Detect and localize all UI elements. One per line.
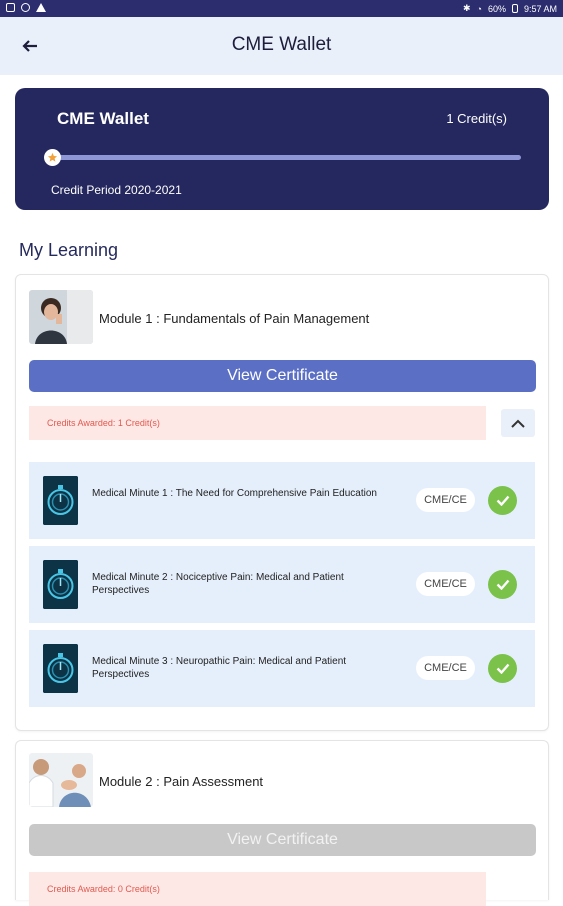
lesson-title: Medical Minute 1 : The Need for Comprehe… <box>92 488 377 499</box>
page-title: CME Wallet <box>231 34 332 55</box>
credits-awarded: Credits Awarded: 1 Credit(s) <box>29 406 486 440</box>
app-bar: CME Wallet <box>0 17 563 75</box>
view-certificate-button[interactable]: View Certificate <box>29 360 536 392</box>
stopwatch-icon <box>43 644 78 693</box>
module-card: Module 2 : Pain Assessment View Certific… <box>15 740 549 906</box>
stopwatch-icon <box>43 476 78 525</box>
lesson-title: Medical Minute 2 : Nociceptive Pain: Med… <box>92 572 344 596</box>
section-title: My Learning <box>19 240 119 260</box>
cme-badge: CME/CE <box>416 488 475 512</box>
credit-progress-track <box>51 155 521 160</box>
credit-progress-thumb <box>44 149 61 166</box>
clock: 9:57 AM <box>523 3 557 14</box>
module-card: Module 1 : Fundamentals of Pain Manageme… <box>15 274 549 731</box>
cme-badge: CME/CE <box>416 656 475 680</box>
cme-badge: CME/CE <box>416 572 475 596</box>
view-certificate-button[interactable]: View Certificate <box>29 824 536 856</box>
module-thumbnail <box>29 753 93 807</box>
wallet-card: CME Wallet 1 Credit(s) Credit Period 202… <box>15 88 549 210</box>
wallet-credits: 1 Credit(s) <box>446 111 507 126</box>
credit-period: Credit Period 2020-2021 <box>51 183 182 197</box>
bluetooth-icon: ✱ <box>462 3 471 13</box>
completed-check-icon <box>488 570 517 599</box>
wifi-icon: ◔ <box>476 3 482 14</box>
chevron-up-icon <box>511 419 525 428</box>
sync-notification-icon <box>21 3 30 12</box>
stopwatch-icon <box>43 560 78 609</box>
lesson-item[interactable]: Medical Minute 2 : Nociceptive Pain: Med… <box>29 546 535 623</box>
image-notification-icon <box>6 3 15 12</box>
battery-icon <box>511 4 518 13</box>
lesson-item[interactable]: Medical Minute 3 : Neuropathic Pain: Med… <box>29 630 535 707</box>
warning-notification-icon <box>36 3 46 12</box>
status-bar: ✱ ◔ 60% 9:57 AM <box>0 0 563 17</box>
star-icon <box>47 152 58 162</box>
module-thumbnail <box>29 290 93 344</box>
lesson-title: Medical Minute 3 : Neuropathic Pain: Med… <box>92 656 347 680</box>
lesson-item[interactable]: Medical Minute 1 : The Need for Comprehe… <box>29 462 535 539</box>
completed-check-icon <box>488 654 517 683</box>
module-title: Module 2 : Pain Assessment <box>99 774 264 789</box>
wallet-title: CME Wallet <box>57 109 149 128</box>
completed-check-icon <box>488 486 517 515</box>
battery-percent: 60% <box>487 3 506 14</box>
module-title: Module 1 : Fundamentals of Pain Manageme… <box>99 311 370 326</box>
credits-awarded: Credits Awarded: 0 Credit(s) <box>29 872 486 906</box>
collapse-button[interactable] <box>501 409 535 437</box>
